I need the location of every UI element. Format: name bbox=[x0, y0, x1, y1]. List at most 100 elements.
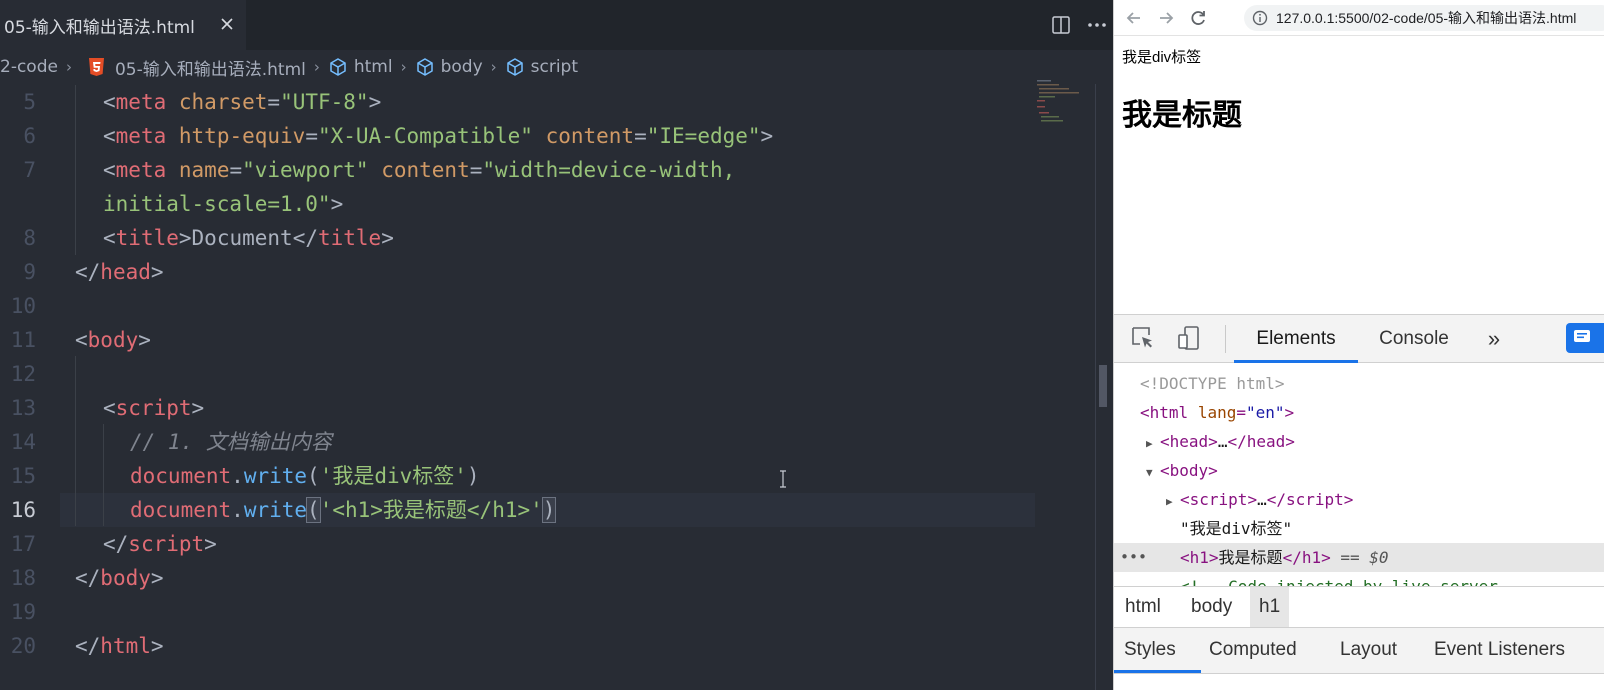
line-number: 18 bbox=[10, 566, 36, 590]
dom-html-node[interactable]: <html lang="en"> bbox=[1114, 398, 1604, 427]
breadcrumb-body[interactable]: body bbox=[441, 57, 483, 77]
devtools-panel: Elements Console » <!DOCTYPE html> <html… bbox=[1114, 314, 1604, 690]
code-line-17: </script> bbox=[103, 532, 217, 556]
line-number: 13 bbox=[10, 396, 36, 420]
code-line-13: <script> bbox=[103, 396, 205, 420]
more-actions-icon[interactable] bbox=[1086, 15, 1108, 35]
scrollbar-thumb[interactable] bbox=[1099, 365, 1107, 407]
line-number: 19 bbox=[10, 600, 36, 624]
url-text: 127.0.0.1:5500/02-code/05-输入和输出语法.html bbox=[1276, 10, 1577, 26]
breadcrumb-html[interactable]: html bbox=[354, 57, 393, 77]
breadcrumb: 2-code › 05-输入和输出语法.html › html › body ›… bbox=[0, 50, 1113, 84]
issues-icon[interactable] bbox=[1566, 323, 1604, 353]
devtools-crumb-body[interactable]: body bbox=[1182, 587, 1241, 627]
code-line-11: <body> bbox=[75, 328, 151, 352]
code-line-18: </body> bbox=[75, 566, 164, 590]
collapse-triangle-icon[interactable]: ▼ bbox=[1146, 458, 1160, 487]
toolbar-divider bbox=[1225, 325, 1226, 353]
page-heading: 我是标题 bbox=[1122, 99, 1242, 132]
dom-head-node[interactable]: ▶ <head>…</head> bbox=[1114, 427, 1604, 456]
symbol-element-icon bbox=[506, 58, 523, 76]
device-toolbar-icon[interactable] bbox=[1176, 325, 1202, 351]
line-number: 9 bbox=[23, 260, 36, 284]
code-line-5: <meta charset="UTF-8"> bbox=[103, 90, 382, 114]
dom-script-node[interactable]: ▶ <script>…</script> bbox=[1114, 485, 1604, 514]
dom-doctype[interactable]: <!DOCTYPE html> bbox=[1114, 369, 1604, 398]
reload-icon[interactable] bbox=[1188, 8, 1208, 28]
breadcrumb-file[interactable]: 05-输入和输出语法.html bbox=[115, 55, 306, 80]
devtools-toolbar: Elements Console » bbox=[1114, 315, 1604, 363]
indent-guide bbox=[103, 424, 104, 526]
code-line-7-wrap: initial-scale=1.0"> bbox=[103, 192, 344, 216]
breadcrumb-script[interactable]: script bbox=[531, 57, 578, 77]
text-cursor-icon bbox=[780, 470, 786, 488]
line-number: 7 bbox=[23, 158, 36, 182]
code-line-14: // 1. 文档输出内容 bbox=[130, 430, 332, 454]
minimap[interactable] bbox=[1035, 78, 1095, 128]
devtools-crumb-html[interactable]: html bbox=[1116, 587, 1170, 627]
tab-event-listeners[interactable]: Event Listeners bbox=[1434, 628, 1565, 672]
line-number-active: 16 bbox=[10, 498, 36, 522]
address-bar: 127.0.0.1:5500/02-code/05-输入和输出语法.html bbox=[1114, 0, 1604, 36]
symbol-element-icon bbox=[330, 58, 346, 76]
page-viewport: 我是div标签 我是标题 bbox=[1114, 36, 1604, 314]
line-number: 10 bbox=[10, 294, 36, 318]
line-number: 17 bbox=[10, 532, 36, 556]
tab-computed[interactable]: Computed bbox=[1209, 628, 1297, 672]
code-editor[interactable]: 05-输入和输出语法.html 2-code › 05-输入和输出语法.html… bbox=[0, 0, 1113, 690]
tab-layout[interactable]: Layout bbox=[1340, 628, 1397, 672]
line-number: 11 bbox=[10, 328, 36, 352]
line-number: 20 bbox=[10, 634, 36, 658]
active-subtab-indicator bbox=[1114, 670, 1201, 673]
split-editor-icon[interactable] bbox=[1051, 15, 1071, 35]
browser-window: 127.0.0.1:5500/02-code/05-输入和输出语法.html 我… bbox=[1113, 0, 1604, 690]
dom-text-node[interactable]: "我是div标签" bbox=[1114, 514, 1604, 543]
chevron-right-icon: › bbox=[313, 58, 320, 76]
line-number: 6 bbox=[23, 124, 36, 148]
dom-body-node[interactable]: ▼ <body> bbox=[1114, 456, 1604, 485]
indent-guide bbox=[75, 85, 76, 255]
devtools-breadcrumb: html body h1 bbox=[1114, 586, 1604, 628]
code-line-20: </html> bbox=[75, 634, 164, 658]
chat-icon bbox=[1574, 330, 1590, 342]
tab-styles[interactable]: Styles bbox=[1124, 628, 1176, 672]
code-line-8: <title>Document</title> bbox=[103, 226, 394, 250]
back-arrow-icon[interactable] bbox=[1124, 8, 1144, 28]
line-number: 15 bbox=[10, 464, 36, 488]
devtools-crumb-h1[interactable]: h1 bbox=[1250, 587, 1290, 627]
dom-h1-node-selected[interactable]: ••• <h1>我是标题</h1> == $0 bbox=[1114, 543, 1604, 572]
page-div-text: 我是div标签 bbox=[1122, 49, 1202, 66]
chevron-right-icon: › bbox=[490, 58, 497, 76]
code-line-16: document.write('<h1>我是标题</h1>') bbox=[130, 497, 557, 523]
line-number: 12 bbox=[10, 362, 36, 386]
breadcrumb-folder[interactable]: 2-code bbox=[0, 57, 58, 77]
tab-console[interactable]: Console bbox=[1366, 315, 1462, 363]
url-field[interactable]: 127.0.0.1:5500/02-code/05-输入和输出语法.html bbox=[1244, 5, 1604, 31]
chevron-right-icon: › bbox=[65, 58, 72, 76]
editor-tab[interactable]: 05-输入和输出语法.html bbox=[0, 0, 246, 50]
elements-dom-tree[interactable]: <!DOCTYPE html> <html lang="en"> ▶ <head>… bbox=[1114, 363, 1604, 586]
dom-comment-node[interactable]: <!-- Code injected by live-server - bbox=[1114, 572, 1604, 586]
info-icon[interactable] bbox=[1252, 10, 1268, 26]
expand-triangle-icon[interactable]: ▶ bbox=[1146, 429, 1160, 458]
more-options-icon[interactable]: ••• bbox=[1120, 543, 1147, 572]
close-icon[interactable] bbox=[218, 15, 236, 33]
code-line-7: <meta name="viewport" content="width=dev… bbox=[103, 158, 736, 182]
chevron-right-icon: › bbox=[400, 58, 407, 76]
expand-triangle-icon[interactable]: ▶ bbox=[1166, 487, 1180, 516]
forward-arrow-icon[interactable] bbox=[1156, 8, 1176, 28]
indent-guide bbox=[75, 356, 76, 526]
styles-pane-tabs: Styles Computed Layout Event Listeners bbox=[1114, 628, 1604, 674]
code-line-15: document.write('我是div标签') bbox=[130, 464, 480, 488]
line-number: 5 bbox=[23, 90, 36, 114]
line-number: 8 bbox=[23, 226, 36, 250]
inspect-element-icon[interactable] bbox=[1130, 325, 1156, 351]
editor-tab-bar: 05-输入和输出语法.html bbox=[0, 0, 1113, 50]
more-tabs-button[interactable]: » bbox=[1482, 315, 1506, 363]
code-line-6: <meta http-equiv="X-UA-Compatible" conte… bbox=[103, 124, 774, 148]
code-line-9: </head> bbox=[75, 260, 164, 284]
symbol-element-icon bbox=[416, 58, 433, 76]
editor-tab-title: 05-输入和输出语法.html bbox=[4, 17, 195, 38]
line-number: 14 bbox=[10, 430, 36, 454]
tab-elements[interactable]: Elements bbox=[1234, 315, 1358, 363]
